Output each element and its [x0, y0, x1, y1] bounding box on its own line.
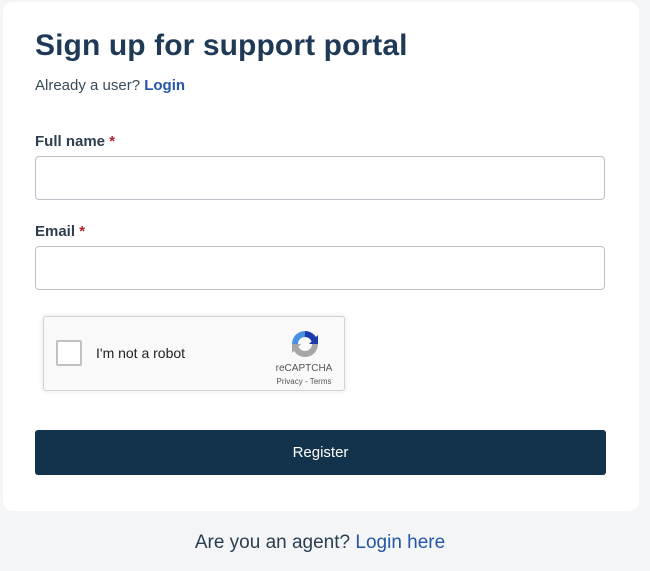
recaptcha-terms-link[interactable]: Terms: [310, 377, 332, 386]
email-label: Email *: [35, 222, 85, 242]
full-name-label: Full name *: [35, 132, 115, 152]
recaptcha-links: Privacy - Terms: [264, 377, 344, 386]
signup-card: Sign up for support portal Already a use…: [3, 2, 639, 511]
recaptcha-logo-icon: [292, 331, 318, 357]
email-label-text: Email: [35, 223, 76, 240]
agent-text: Are you an agent?: [194, 532, 351, 553]
recaptcha-widget: I'm not a robot reCAPTCHA Privacy - Term…: [43, 316, 345, 391]
full-name-input[interactable]: [35, 156, 605, 200]
agent-login-link[interactable]: Login here: [355, 532, 445, 553]
full-name-label-text: Full name: [35, 133, 106, 150]
recaptcha-privacy-link[interactable]: Privacy: [277, 377, 303, 386]
login-link[interactable]: Login: [144, 77, 185, 94]
recaptcha-label: I'm not a robot: [96, 345, 186, 361]
page-title: Sign up for support portal: [35, 29, 408, 62]
already-user-text: Already a user?: [35, 77, 141, 94]
required-marker: *: [79, 223, 86, 240]
recaptcha-separator: -: [304, 377, 308, 386]
recaptcha-checkbox[interactable]: [56, 340, 82, 366]
required-marker: *: [109, 133, 116, 150]
register-button[interactable]: Register: [35, 430, 606, 475]
page: Sign up for support portal Already a use…: [0, 0, 650, 571]
agent-login-line: Are you an agent? Login here: [0, 530, 640, 556]
already-user-line: Already a user? Login: [35, 76, 185, 96]
email-input[interactable]: [35, 246, 605, 290]
recaptcha-brand: reCAPTCHA: [275, 363, 333, 374]
